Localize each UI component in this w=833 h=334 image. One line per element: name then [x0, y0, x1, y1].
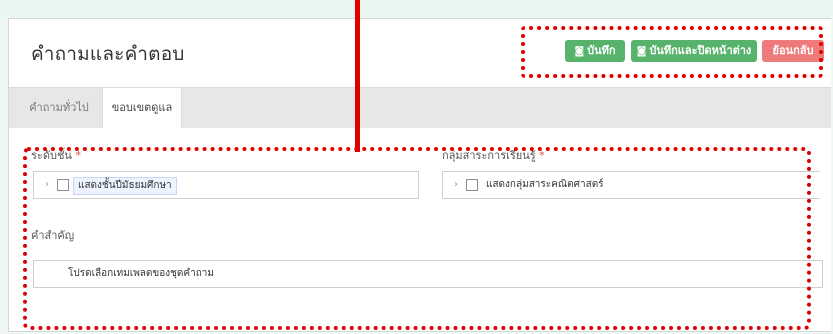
tab-general[interactable]: คำถามทั่วไป	[19, 88, 99, 128]
tab-scope-label: ขอบเขตดูแล	[111, 101, 173, 114]
tab-scope[interactable]: ขอบเขตดูแล	[102, 87, 182, 129]
annotation-box-buttons	[521, 26, 823, 78]
annotation-box-form	[23, 147, 811, 330]
top-background	[0, 0, 833, 18]
annotation-arrow-stem	[355, 0, 360, 152]
tabs-bar: คำถามทั่วไป ขอบเขตดูแล	[9, 87, 831, 129]
page-title: คำถามและคำตอบ	[31, 43, 185, 65]
tab-general-label: คำถามทั่วไป	[29, 101, 89, 114]
